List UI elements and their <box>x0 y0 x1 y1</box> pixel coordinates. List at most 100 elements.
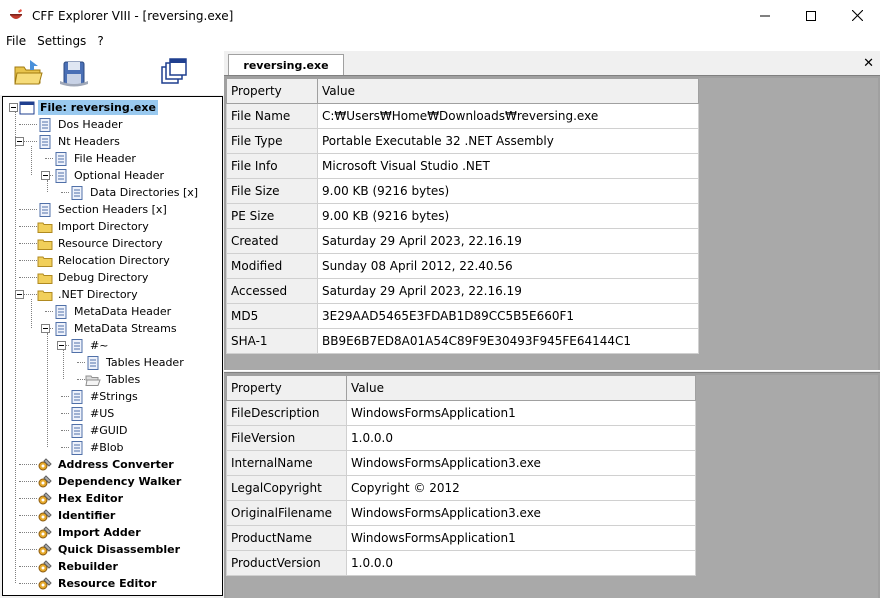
minimize-button[interactable] <box>742 0 788 31</box>
property-cell[interactable]: ProductVersion <box>226 550 347 576</box>
property-cell[interactable]: OriginalFilename <box>226 500 347 526</box>
column-header-value[interactable]: Value <box>317 78 699 104</box>
tree-collapse-toggle[interactable] <box>15 137 24 146</box>
tree-item-guid[interactable]: #GUID <box>69 422 130 439</box>
value-cell[interactable]: C:₩Users₩Home₩Downloads₩reversing.exe <box>317 103 699 129</box>
table-row[interactable]: Created Saturday 29 April 2023, 22.16.19 <box>226 228 699 254</box>
tree-item-stream-tilde[interactable]: #~ <box>69 337 110 354</box>
tree-collapse-toggle[interactable] <box>15 290 24 299</box>
property-cell[interactable]: InternalName <box>226 450 347 476</box>
table-row[interactable]: InternalName WindowsFormsApplication3.exe <box>226 450 696 476</box>
value-cell[interactable]: Microsoft Visual Studio .NET <box>317 153 699 179</box>
tree-tool-address-converter[interactable]: Address Converter <box>37 456 176 473</box>
property-cell[interactable]: PE Size <box>226 203 318 229</box>
tree-collapse-toggle[interactable] <box>41 324 50 333</box>
value-cell[interactable]: 1.0.0.0 <box>346 425 696 451</box>
value-cell[interactable]: WindowsFormsApplication3.exe <box>346 500 696 526</box>
column-header-property[interactable]: Property <box>226 375 347 401</box>
tree-item-optional-header[interactable]: Optional Header <box>53 167 166 184</box>
value-cell[interactable]: Saturday 29 April 2023, 22.16.19 <box>317 228 699 254</box>
table-row[interactable]: ProductVersion 1.0.0.0 <box>226 550 696 576</box>
value-cell[interactable]: Portable Executable 32 .NET Assembly <box>317 128 699 154</box>
tree-tool-rebuilder[interactable]: Rebuilder <box>37 558 120 575</box>
tree-item-data-directories[interactable]: Data Directories [x] <box>69 184 200 201</box>
tree-item-metadata-header[interactable]: MetaData Header <box>53 303 173 320</box>
table-row[interactable]: OriginalFilename WindowsFormsApplication3… <box>226 500 696 526</box>
windows-icon[interactable] <box>158 57 190 89</box>
tree-item-blob[interactable]: #Blob <box>69 439 126 456</box>
table-row[interactable]: ProductName WindowsFormsApplication1 <box>226 525 696 551</box>
value-cell[interactable]: Saturday 29 April 2023, 22.16.19 <box>317 278 699 304</box>
pane-splitter[interactable] <box>224 370 880 373</box>
tree-panel[interactable]: File: reversing.exe Dos Header Nt Headers F… <box>2 96 223 596</box>
tree-collapse-toggle[interactable] <box>9 103 18 112</box>
property-cell[interactable]: Modified <box>226 253 318 279</box>
tree-item-nt-headers[interactable]: Nt Headers <box>37 133 122 150</box>
value-cell[interactable]: BB9E6B7ED8A01A54C89F9E30493F945FE64144C1 <box>317 328 699 354</box>
table-row[interactable]: LegalCopyright Copyright © 2012 <box>226 475 696 501</box>
property-cell[interactable]: File Size <box>226 178 318 204</box>
table-row[interactable]: FileDescription WindowsFormsApplication1 <box>226 400 696 426</box>
table-row[interactable]: File Info Microsoft Visual Studio .NET <box>226 153 699 179</box>
property-cell[interactable]: File Type <box>226 128 318 154</box>
save-disk-icon[interactable] <box>58 57 90 89</box>
tree-item-net-directory[interactable]: .NET Directory <box>37 286 140 303</box>
property-cell[interactable]: Accessed <box>226 278 318 304</box>
tree-item-tables[interactable]: Tables <box>85 371 142 388</box>
table-row[interactable]: PE Size 9.00 KB (9216 bytes) <box>226 203 699 229</box>
property-cell[interactable]: MD5 <box>226 303 318 329</box>
property-cell[interactable]: File Info <box>226 153 318 179</box>
property-cell[interactable]: ProductName <box>226 525 347 551</box>
tree-tool-quick-disassembler[interactable]: Quick Disassembler <box>37 541 182 558</box>
value-cell[interactable]: 9.00 KB (9216 bytes) <box>317 203 699 229</box>
table-row[interactable]: File Type Portable Executable 32 .NET Ass… <box>226 128 699 154</box>
menu-file[interactable]: File <box>0 31 31 51</box>
tree-item-strings[interactable]: #Strings <box>69 388 140 405</box>
column-header-property[interactable]: Property <box>226 78 318 104</box>
tree-item-import-directory[interactable]: Import Directory <box>37 218 151 235</box>
property-cell[interactable]: LegalCopyright <box>226 475 347 501</box>
tab-reversing-exe[interactable]: reversing.exe <box>228 54 344 76</box>
property-cell[interactable]: FileVersion <box>226 425 347 451</box>
value-cell[interactable]: 9.00 KB (9216 bytes) <box>317 178 699 204</box>
table-row[interactable]: FileVersion 1.0.0.0 <box>226 425 696 451</box>
property-cell[interactable]: Created <box>226 228 318 254</box>
menu-settings[interactable]: Settings <box>31 31 91 51</box>
table-row[interactable]: Modified Sunday 08 April 2012, 22.40.56 <box>226 253 699 279</box>
property-cell[interactable]: File Name <box>226 103 318 129</box>
tree-item-relocation-directory[interactable]: Relocation Directory <box>37 252 172 269</box>
tree-item-section-headers[interactable]: Section Headers [x] <box>37 201 169 218</box>
table-row[interactable]: Accessed Saturday 29 April 2023, 22.16.19 <box>226 278 699 304</box>
menu-help[interactable]: ? <box>91 31 108 51</box>
tree-tool-resource-editor[interactable]: Resource Editor <box>37 575 159 592</box>
tree-item-tables-header[interactable]: Tables Header <box>85 354 186 371</box>
tree-item-file-header[interactable]: File Header <box>53 150 138 167</box>
tree-collapse-toggle[interactable] <box>57 341 66 350</box>
value-cell[interactable]: WindowsFormsApplication1 <box>346 525 696 551</box>
tree-item-debug-directory[interactable]: Debug Directory <box>37 269 150 286</box>
value-cell[interactable]: Copyright © 2012 <box>346 475 696 501</box>
table-row[interactable]: MD5 3E29AAD5465E3FDAB1D89CC5B5E660F1 <box>226 303 699 329</box>
table-row[interactable]: File Name C:₩Users₩Home₩Downloads₩reversi… <box>226 103 699 129</box>
tree-tool-hex-editor[interactable]: Hex Editor <box>37 490 125 507</box>
tree-item-dos-header[interactable]: Dos Header <box>37 116 124 133</box>
value-cell[interactable]: WindowsFormsApplication1 <box>346 400 696 426</box>
value-cell[interactable]: 1.0.0.0 <box>346 550 696 576</box>
tree-tool-identifier[interactable]: Identifier <box>37 507 117 524</box>
tree-root-file[interactable]: File: reversing.exe <box>19 99 158 116</box>
tree-item-resource-directory[interactable]: Resource Directory <box>37 235 165 252</box>
tree-tool-dependency-walker[interactable]: Dependency Walker <box>37 473 183 490</box>
column-header-value[interactable]: Value <box>346 375 696 401</box>
value-cell[interactable]: Sunday 08 April 2012, 22.40.56 <box>317 253 699 279</box>
property-cell[interactable]: SHA-1 <box>226 328 318 354</box>
open-folder-icon[interactable] <box>12 57 44 89</box>
tab-close-icon[interactable]: ✕ <box>863 56 874 71</box>
maximize-button[interactable] <box>788 0 834 31</box>
table-row[interactable]: File Size 9.00 KB (9216 bytes) <box>226 178 699 204</box>
value-cell[interactable]: 3E29AAD5465E3FDAB1D89CC5B5E660F1 <box>317 303 699 329</box>
tree-collapse-toggle[interactable] <box>41 171 50 180</box>
property-cell[interactable]: FileDescription <box>226 400 347 426</box>
value-cell[interactable]: WindowsFormsApplication3.exe <box>346 450 696 476</box>
table-row[interactable]: SHA-1 BB9E6B7ED8A01A54C89F9E30493F945FE64… <box>226 328 699 354</box>
tree-item-us[interactable]: #US <box>69 405 116 422</box>
